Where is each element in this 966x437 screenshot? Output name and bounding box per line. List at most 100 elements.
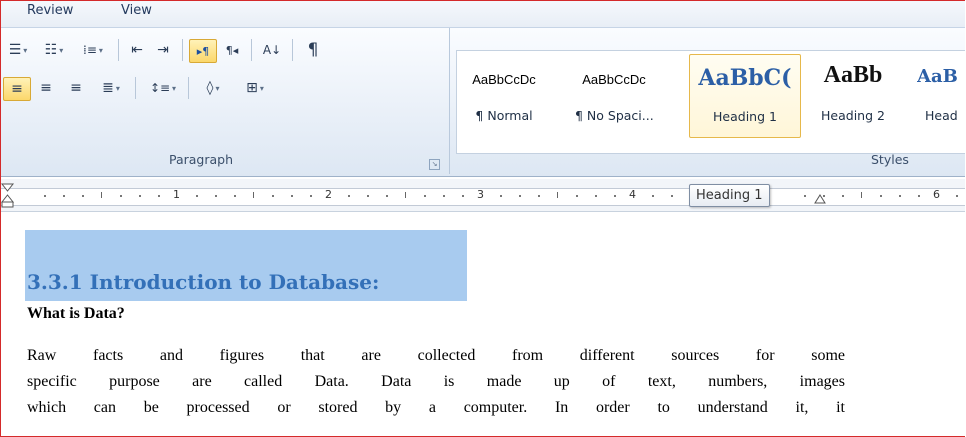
ruler-dot: [196, 195, 198, 197]
left-to-right-button[interactable]: ▸¶: [189, 39, 217, 63]
align-left-button[interactable]: ≡: [3, 77, 31, 101]
chevron-down-icon: ▾: [59, 45, 64, 55]
show-formatting-icon: ¶: [307, 40, 319, 60]
ruler-half-tick: [557, 192, 558, 198]
decrease-indent-button[interactable]: ⇤: [125, 39, 149, 61]
document-heading[interactable]: 3.3.1 Introduction to Database:: [27, 270, 379, 294]
ruler-dot: [386, 195, 388, 197]
chevron-down-icon: ▾: [215, 83, 220, 93]
ruler-dot: [291, 195, 293, 197]
styles-group-label: Styles: [871, 152, 909, 167]
ruler-dot: [538, 195, 540, 197]
style-sample: AaB: [917, 66, 958, 87]
paragraph-group-label: Paragraph: [169, 152, 234, 167]
ruler-dot: [842, 195, 844, 197]
ruler-dot: [918, 195, 920, 197]
ruler-dot: [956, 195, 958, 197]
ruler-dot: [823, 195, 825, 197]
numbering-icon: ☷: [44, 42, 58, 58]
style-sample: AaBb: [823, 62, 883, 88]
ruler-dot: [234, 195, 236, 197]
tab-view[interactable]: View: [121, 3, 152, 18]
right-to-left-button[interactable]: ¶◂: [219, 39, 245, 61]
ruler-dot: [519, 195, 521, 197]
ruler-half-tick: [861, 192, 862, 198]
shading-icon: ◊: [206, 80, 214, 96]
ribbon: ☰ ▾ ☷ ▾ ⁞≡ ▾ ⇤ ⇥ ▸¶ ¶◂ A↓ ¶ ≡ ≡ ≡ ≣ ▾ ↕≡ ▾ ◊ ▾…: [1, 27, 965, 177]
rtl-icon: ¶◂: [225, 43, 239, 57]
document-subheading[interactable]: What is Data?: [27, 305, 125, 323]
ruler-dot: [899, 195, 901, 197]
ruler-dot: [310, 195, 312, 197]
align-right-button[interactable]: ≡: [63, 77, 89, 99]
show-formatting-button[interactable]: ¶: [301, 39, 325, 61]
ruler-dot: [652, 195, 654, 197]
paragraph-line: Raw facts and figures that are collected…: [27, 347, 845, 364]
ruler-dot: [500, 195, 502, 197]
ruler-half-tick: [405, 192, 406, 198]
style-sample: AaBbCcDc: [582, 72, 646, 87]
style-name: Head: [925, 108, 958, 123]
increase-indent-button[interactable]: ⇥: [151, 39, 175, 61]
sort-icon: A↓: [262, 43, 282, 57]
separator: [182, 39, 183, 61]
align-center-button[interactable]: ≡: [33, 77, 59, 99]
align-center-icon: ≡: [40, 80, 52, 96]
ruler-dot: [82, 195, 84, 197]
numbering-button[interactable]: ☷ ▾: [39, 39, 69, 61]
ruler-dot: [139, 195, 141, 197]
style-heading-2[interactable]: AaBb Heading 2: [809, 54, 897, 136]
multilevel-list-button[interactable]: ⁞≡ ▾: [75, 39, 111, 61]
ruler-dot: [63, 195, 65, 197]
ruler-dot: [120, 195, 122, 197]
ruler-number: 2: [325, 188, 332, 201]
chevron-down-icon: ▾: [172, 83, 177, 93]
chevron-down-icon: ▾: [23, 45, 28, 55]
bullets-button[interactable]: ☰ ▾: [3, 39, 33, 61]
document-page[interactable]: 3.3.1 Introduction to Database: What is …: [1, 212, 965, 436]
style-sample: AaBbCcDc: [472, 72, 536, 87]
align-left-icon: ≡: [11, 81, 23, 97]
ruler-dot: [671, 195, 673, 197]
separator: [292, 39, 293, 61]
sort-button[interactable]: A↓: [259, 39, 285, 61]
indent-marker-icon[interactable]: [1, 183, 15, 209]
ruler-number: 4: [629, 188, 636, 201]
paragraph-dialog-launcher-icon[interactable]: ↘: [429, 159, 440, 170]
ruler-dot: [462, 195, 464, 197]
shading-button[interactable]: ◊ ▾: [195, 77, 231, 99]
paragraph-group: ☰ ▾ ☷ ▾ ⁞≡ ▾ ⇤ ⇥ ▸¶ ¶◂ A↓ ¶ ≡ ≡ ≡ ≣ ▾ ↕≡ ▾ ◊ ▾…: [1, 28, 450, 174]
ruler-number: 6: [933, 188, 940, 201]
ruler-dot: [367, 195, 369, 197]
chevron-down-icon: ▾: [98, 45, 103, 55]
separator: [135, 77, 136, 99]
style-heading-1[interactable]: AaBbC( Heading 1: [689, 54, 801, 138]
separator: [118, 39, 119, 61]
ruler-dot: [348, 195, 350, 197]
increase-indent-icon: ⇥: [157, 42, 169, 58]
borders-button[interactable]: ⊞ ▾: [237, 77, 273, 99]
decrease-indent-icon: ⇤: [131, 42, 143, 58]
paragraph-line: which can be processed or stored by a co…: [27, 399, 845, 416]
justify-icon: ≣: [102, 80, 114, 96]
horizontal-ruler[interactable]: 1 2 3 4 6: [1, 179, 965, 212]
style-heading-3[interactable]: AaB Head: [917, 54, 965, 136]
ruler-dot: [576, 195, 578, 197]
document-paragraph[interactable]: Raw facts and figures that are collected…: [27, 343, 847, 421]
ruler-dot: [272, 195, 274, 197]
word-window: Review View ☰ ▾ ☷ ▾ ⁞≡ ▾ ⇤ ⇥ ▸¶ ¶◂ A↓ ¶ ≡ ≡…: [0, 0, 965, 437]
style-no-spacing[interactable]: AaBbCcDc ¶ No Spaci...: [575, 54, 653, 136]
ruler-half-tick: [101, 192, 102, 198]
ltr-icon: ▸¶: [196, 44, 210, 58]
ruler-dot: [443, 195, 445, 197]
ruler-dot: [880, 195, 882, 197]
tab-review[interactable]: Review: [27, 3, 73, 18]
line-spacing-button[interactable]: ↕≡ ▾: [143, 77, 183, 99]
style-name: ¶ No Spaci...: [575, 108, 653, 123]
style-name: Heading 1: [713, 109, 777, 124]
justify-button[interactable]: ≣ ▾: [93, 77, 129, 99]
style-name: Heading 2: [821, 108, 885, 123]
chevron-down-icon: ▾: [115, 83, 120, 93]
separator: [251, 39, 252, 61]
style-normal[interactable]: AaBbCcDc ¶ Normal: [465, 54, 543, 136]
